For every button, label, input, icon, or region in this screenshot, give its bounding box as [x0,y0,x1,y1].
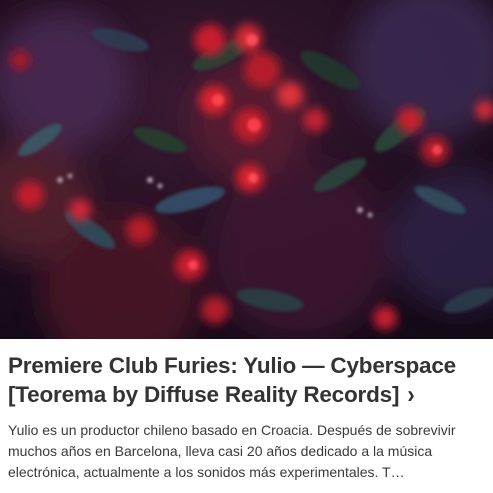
article-title-link[interactable]: Premiere Club Furies: Yulio — Cyberspace… [8,351,488,409]
chevron-right-icon[interactable]: › [407,379,415,411]
article-title[interactable]: Premiere Club Furies: Yulio — Cyberspace… [8,353,456,407]
article-card: Premiere Club Furies: Yulio — Cyberspace… [0,0,493,493]
hero-photo [0,0,493,339]
article-hero-image[interactable] [0,0,493,339]
article-excerpt: Yulio es un productor chileno basado en … [8,422,456,480]
